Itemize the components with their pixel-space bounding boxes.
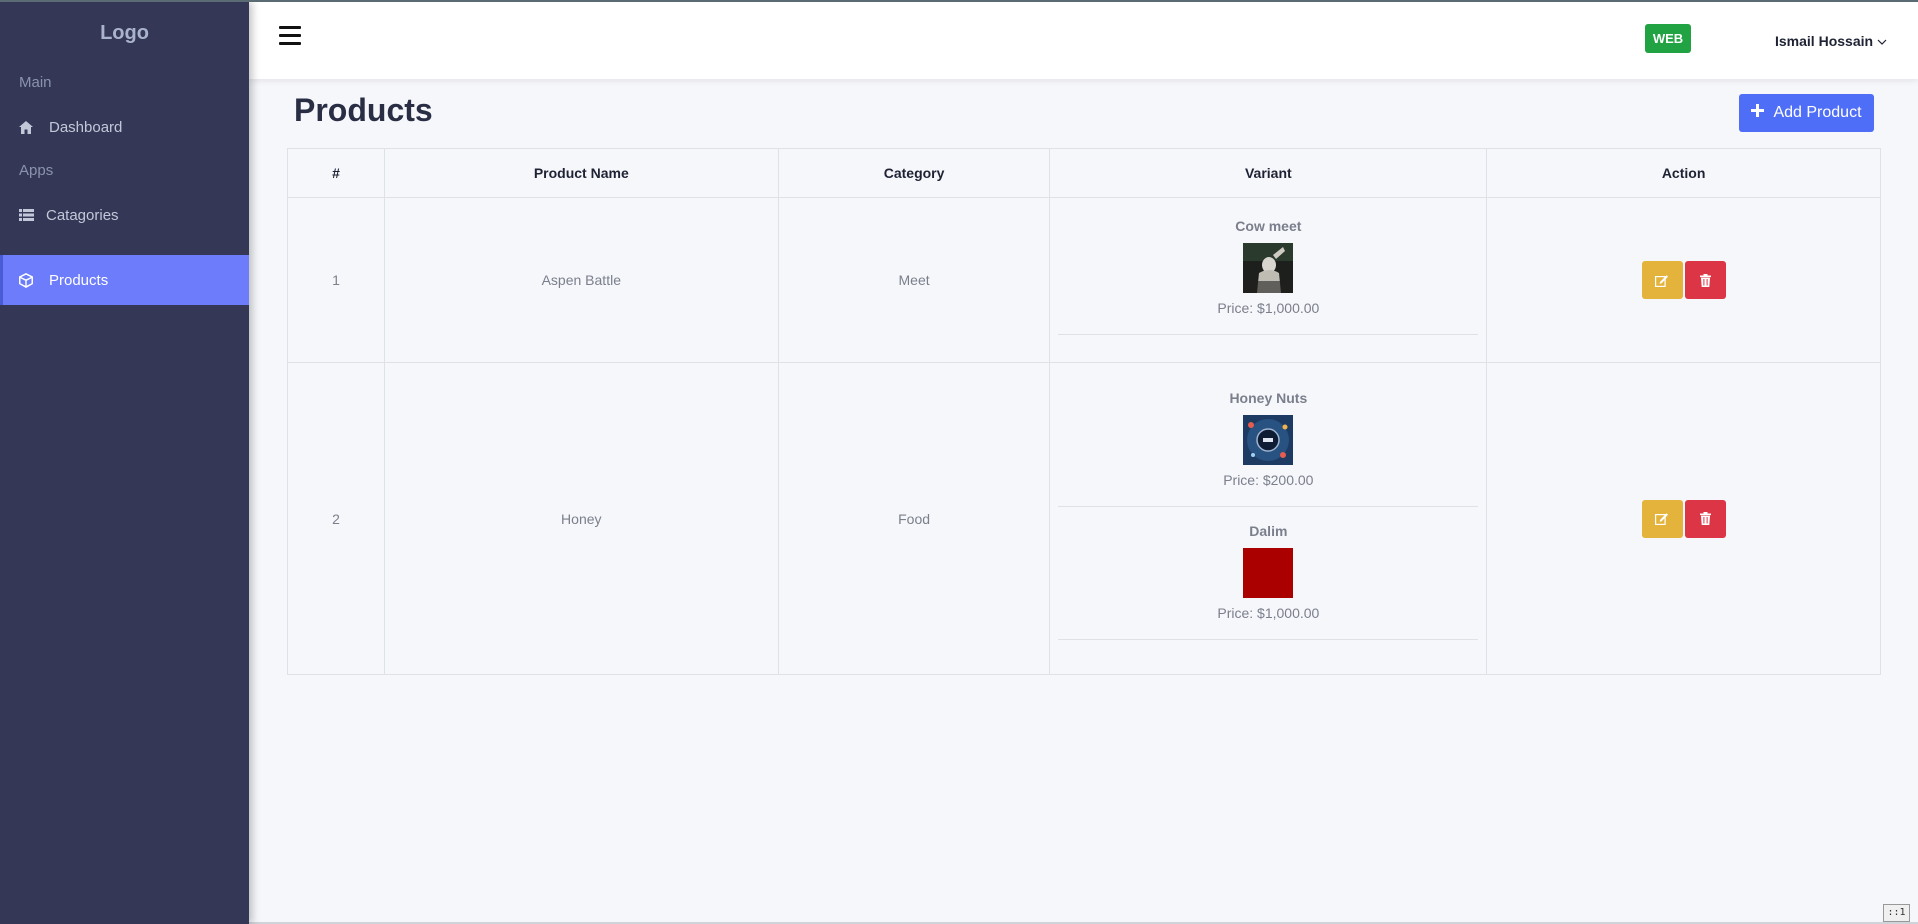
product-category: Food — [777, 362, 1051, 675]
sidebar-item-label: Dashboard — [49, 118, 123, 136]
variant-name: Dalim — [1249, 522, 1288, 539]
add-product-label: Add Product — [1773, 104, 1862, 121]
product-name: Aspen Battle — [383, 197, 779, 363]
page-title: Products — [294, 92, 433, 128]
table-row: 2 Honey Food Honey Nuts Price: $200.00 D… — [287, 362, 1881, 675]
action-cell — [1486, 362, 1881, 675]
sidebar-item-dashboard[interactable]: Dashboard — [0, 102, 249, 152]
column-header-action: Action — [1486, 148, 1881, 198]
variant-cell: Cow meet Price: $1,000.00 — [1049, 197, 1488, 363]
row-index: 2 — [287, 362, 385, 675]
variant-cell: Honey Nuts Price: $200.00 Dalim Price: $… — [1049, 362, 1488, 675]
sidebar-item-label: Catagories — [46, 206, 119, 224]
variant-name: Honey Nuts — [1229, 389, 1308, 406]
corner-indicator: ::1 — [1883, 904, 1910, 922]
table-header-row: # Product Name Category Variant Action — [287, 148, 1881, 198]
user-name: Ismail Hossain — [1775, 33, 1874, 49]
section-label-main: Main — [19, 74, 52, 91]
variant-price: Price: $1,000.00 — [1217, 604, 1320, 621]
variant-price: Price: $1,000.00 — [1217, 299, 1320, 316]
product-name: Honey — [383, 362, 779, 675]
section-label-apps: Apps — [19, 162, 54, 179]
edit-button[interactable] — [1641, 261, 1683, 299]
variant-item: Honey Nuts Price: $200.00 — [1058, 374, 1479, 507]
sidebar: Logo Main Dashboard Apps Catagories Prod… — [0, 2, 249, 924]
variant-image — [1243, 414, 1294, 465]
window-top-border — [0, 0, 1918, 2]
plus-icon — [1751, 104, 1765, 122]
variant-price: Price: $200.00 — [1223, 471, 1314, 488]
trash-icon — [1699, 273, 1711, 287]
edit-button[interactable] — [1641, 499, 1683, 538]
products-table: # Product Name Category Variant Action 1… — [287, 148, 1881, 675]
delete-button[interactable] — [1684, 261, 1726, 299]
product-category: Meet — [777, 197, 1051, 363]
cube-icon — [19, 272, 49, 288]
variant-image — [1243, 242, 1294, 293]
edit-icon — [1655, 513, 1669, 525]
top-header: WEB Ismail Hossain — [249, 2, 1918, 79]
row-index: 1 — [287, 197, 385, 363]
home-icon — [19, 120, 49, 134]
variant-image — [1243, 547, 1294, 598]
sidebar-item-products[interactable]: Products — [0, 255, 249, 305]
menu-toggle-icon[interactable] — [279, 26, 301, 50]
list-icon — [19, 209, 46, 221]
web-badge[interactable]: WEB — [1645, 24, 1691, 53]
variant-item: Cow meet Price: $1,000.00 — [1058, 202, 1479, 335]
trash-icon — [1699, 512, 1711, 525]
action-cell — [1486, 197, 1881, 363]
column-header-category: Category — [777, 148, 1051, 198]
chevron-down-icon — [1877, 33, 1887, 49]
user-menu[interactable]: Ismail Hossain — [1775, 33, 1887, 49]
column-header-product-name: Product Name — [383, 148, 779, 198]
table-row: 1 Aspen Battle Meet Cow meet Price: $1,0… — [287, 197, 1881, 363]
edit-icon — [1655, 274, 1669, 287]
sidebar-item-label: Products — [49, 271, 109, 289]
variant-name: Cow meet — [1235, 217, 1302, 234]
variant-item: Dalim Price: $1,000.00 — [1058, 507, 1479, 640]
column-header-variant: Variant — [1049, 148, 1488, 198]
delete-button[interactable] — [1684, 499, 1726, 538]
sidebar-item-catagories[interactable]: Catagories — [0, 190, 249, 240]
column-header-index: # — [287, 148, 385, 198]
add-product-button[interactable]: Add Product — [1739, 94, 1874, 132]
logo[interactable]: Logo — [0, 2, 249, 64]
